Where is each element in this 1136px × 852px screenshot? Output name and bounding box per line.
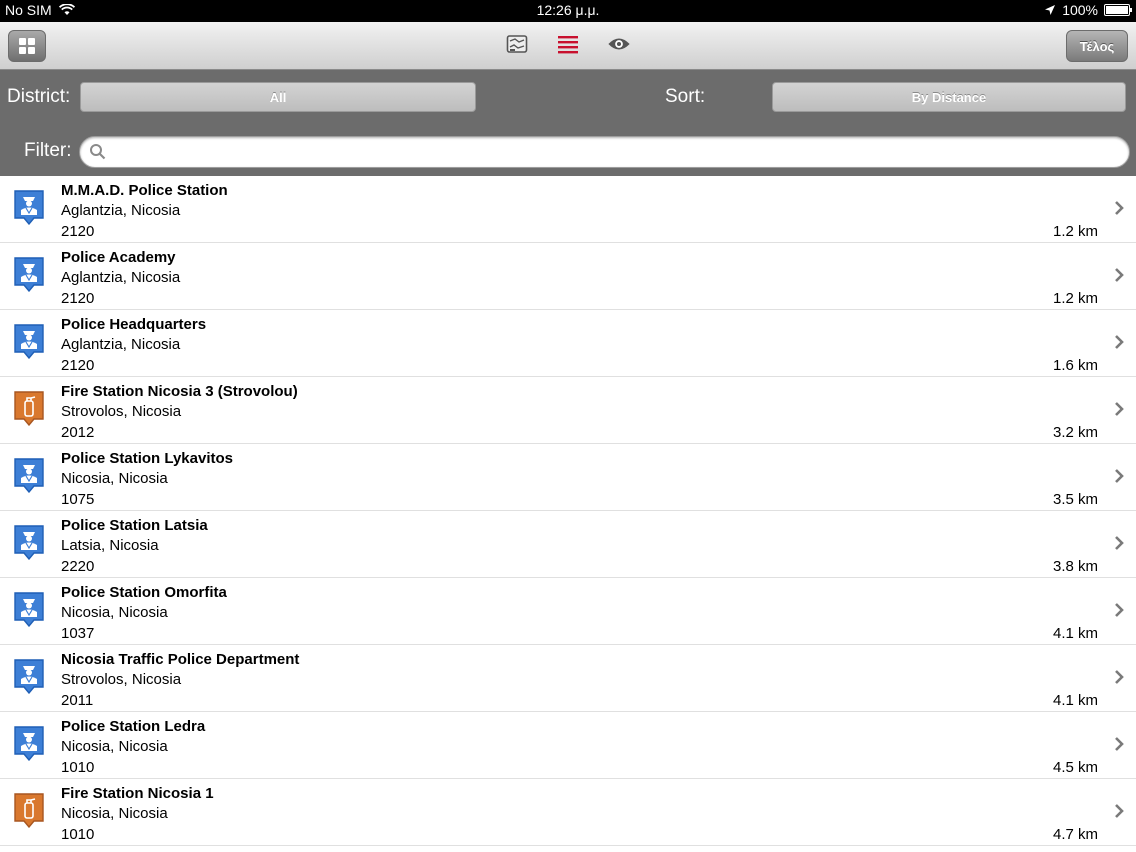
police-icon — [13, 725, 45, 766]
filter-input[interactable] — [110, 141, 1119, 165]
station-address: Aglantzia, Nicosia — [61, 336, 181, 353]
district-label: District: — [7, 86, 71, 107]
station-address: Strovolos, Nicosia — [61, 671, 182, 688]
station-name: Police Station Latsia — [61, 517, 208, 534]
district-selector[interactable]: All — [80, 82, 476, 112]
clock: 12:26 μ.μ. — [536, 2, 600, 18]
station-name: Police Headquarters — [61, 316, 207, 333]
chevron-right-icon — [1114, 535, 1124, 556]
station-distance: 1.6 km — [1052, 357, 1098, 374]
station-postcode: 1075 — [61, 491, 95, 508]
station-row[interactable]: Police Academy Aglantzia, Nicosia 2120 1.2 … — [0, 243, 1136, 310]
station-distance: 1.2 km — [1052, 223, 1098, 240]
station-address: Nicosia, Nicosia — [61, 738, 168, 755]
chevron-right-icon — [1114, 602, 1124, 623]
preview-view-button[interactable] — [607, 32, 631, 56]
battery-percent: 100% — [1062, 2, 1098, 18]
chevron-right-icon — [1114, 401, 1124, 422]
station-name: Police Station Lykavitos — [61, 450, 233, 467]
chevron-right-icon — [1114, 334, 1124, 355]
station-row[interactable]: Nicosia Traffic Police Department Strovol… — [0, 645, 1136, 712]
station-name: M.M.A.D. Police Station — [61, 182, 228, 199]
station-row[interactable]: Fire Station Nicosia 3 (Strovolou) Strovo… — [0, 377, 1136, 444]
station-distance: 3.2 km — [1052, 424, 1098, 441]
police-icon — [13, 658, 45, 699]
station-distance: 3.8 km — [1052, 558, 1098, 575]
station-postcode: 1037 — [61, 625, 95, 642]
battery-icon — [1104, 4, 1132, 16]
fire-extinguisher-icon — [13, 390, 45, 431]
station-postcode: 2120 — [61, 290, 95, 307]
station-row[interactable]: M.M.A.D. Police Station Aglantzia, Nicosi… — [0, 176, 1136, 243]
police-icon — [13, 256, 45, 297]
station-row[interactable]: Police Station Latsia Latsia, Nicosia 2220… — [0, 511, 1136, 578]
chevron-right-icon — [1114, 468, 1124, 489]
station-name: Fire Station Nicosia 1 — [61, 785, 214, 802]
police-icon — [13, 524, 45, 565]
station-address: Nicosia, Nicosia — [61, 470, 168, 487]
station-address: Nicosia, Nicosia — [61, 805, 168, 822]
station-row[interactable]: Police Station Omorfita Nicosia, Nicosia 1… — [0, 578, 1136, 645]
location-arrow-icon — [1045, 5, 1056, 15]
station-distance: 4.1 km — [1052, 692, 1098, 709]
station-address: Nicosia, Nicosia — [61, 604, 168, 621]
police-icon — [13, 323, 45, 364]
chevron-right-icon — [1114, 267, 1124, 288]
grid-menu-button[interactable] — [8, 30, 46, 62]
station-postcode: 2012 — [61, 424, 95, 441]
police-icon — [13, 457, 45, 498]
station-row[interactable]: Police Station Ledra Nicosia, Nicosia 1010… — [0, 712, 1136, 779]
station-name: Police Station Omorfita — [61, 584, 227, 601]
filter-panel: District: All Sort: By Distance Filter: — [0, 70, 1136, 177]
police-icon — [13, 591, 45, 632]
station-distance: 4.7 km — [1052, 826, 1098, 843]
eye-icon — [608, 38, 630, 50]
station-row[interactable]: Police Headquarters Aglantzia, Nicosia 212… — [0, 310, 1136, 377]
map-icon — [506, 35, 528, 53]
sort-label: Sort: — [665, 86, 706, 107]
station-row[interactable]: Police Station Lykavitos Nicosia, Nicosia… — [0, 444, 1136, 511]
station-row[interactable]: Fire Station Nicosia 1 Nicosia, Nicosia 10… — [0, 779, 1136, 846]
station-name: Police Academy — [61, 249, 176, 266]
chevron-right-icon — [1114, 803, 1124, 824]
station-postcode: 2120 — [61, 357, 95, 374]
station-address: Latsia, Nicosia — [61, 537, 159, 554]
station-distance: 1.2 km — [1052, 290, 1098, 307]
station-address: Aglantzia, Nicosia — [61, 269, 181, 286]
station-name: Police Station Ledra — [61, 718, 206, 735]
map-view-button[interactable] — [505, 32, 529, 56]
chevron-right-icon — [1114, 669, 1124, 690]
station-name: Nicosia Traffic Police Department — [61, 651, 300, 668]
station-address: Strovolos, Nicosia — [61, 403, 182, 420]
filter-search-field[interactable] — [79, 136, 1130, 168]
station-distance: 4.5 km — [1052, 759, 1098, 776]
toolbar: Τέλος — [0, 22, 1136, 70]
chevron-right-icon — [1114, 200, 1124, 221]
list-icon — [558, 36, 578, 54]
view-switcher — [505, 32, 631, 56]
grid-icon — [19, 38, 35, 54]
sort-selector[interactable]: By Distance — [772, 82, 1126, 112]
station-distance: 4.1 km — [1052, 625, 1098, 642]
status-bar: No SIM 12:26 μ.μ. 100% — [0, 0, 1136, 22]
station-address: Aglantzia, Nicosia — [61, 202, 181, 219]
station-postcode: 1010 — [61, 826, 95, 843]
filter-label: Filter: — [24, 140, 72, 161]
station-distance: 3.5 km — [1052, 491, 1098, 508]
station-list: M.M.A.D. Police Station Aglantzia, Nicosi… — [0, 176, 1136, 846]
station-postcode: 1010 — [61, 759, 95, 776]
station-postcode: 2011 — [61, 692, 94, 709]
police-icon — [13, 189, 45, 230]
station-postcode: 2220 — [61, 558, 95, 575]
station-name: Fire Station Nicosia 3 (Strovolou) — [61, 383, 298, 400]
chevron-right-icon — [1114, 736, 1124, 757]
search-icon — [90, 144, 106, 160]
list-view-button[interactable] — [556, 32, 580, 56]
done-button[interactable]: Τέλος — [1066, 30, 1128, 62]
fire-extinguisher-icon — [13, 792, 45, 833]
station-postcode: 2120 — [61, 223, 95, 240]
